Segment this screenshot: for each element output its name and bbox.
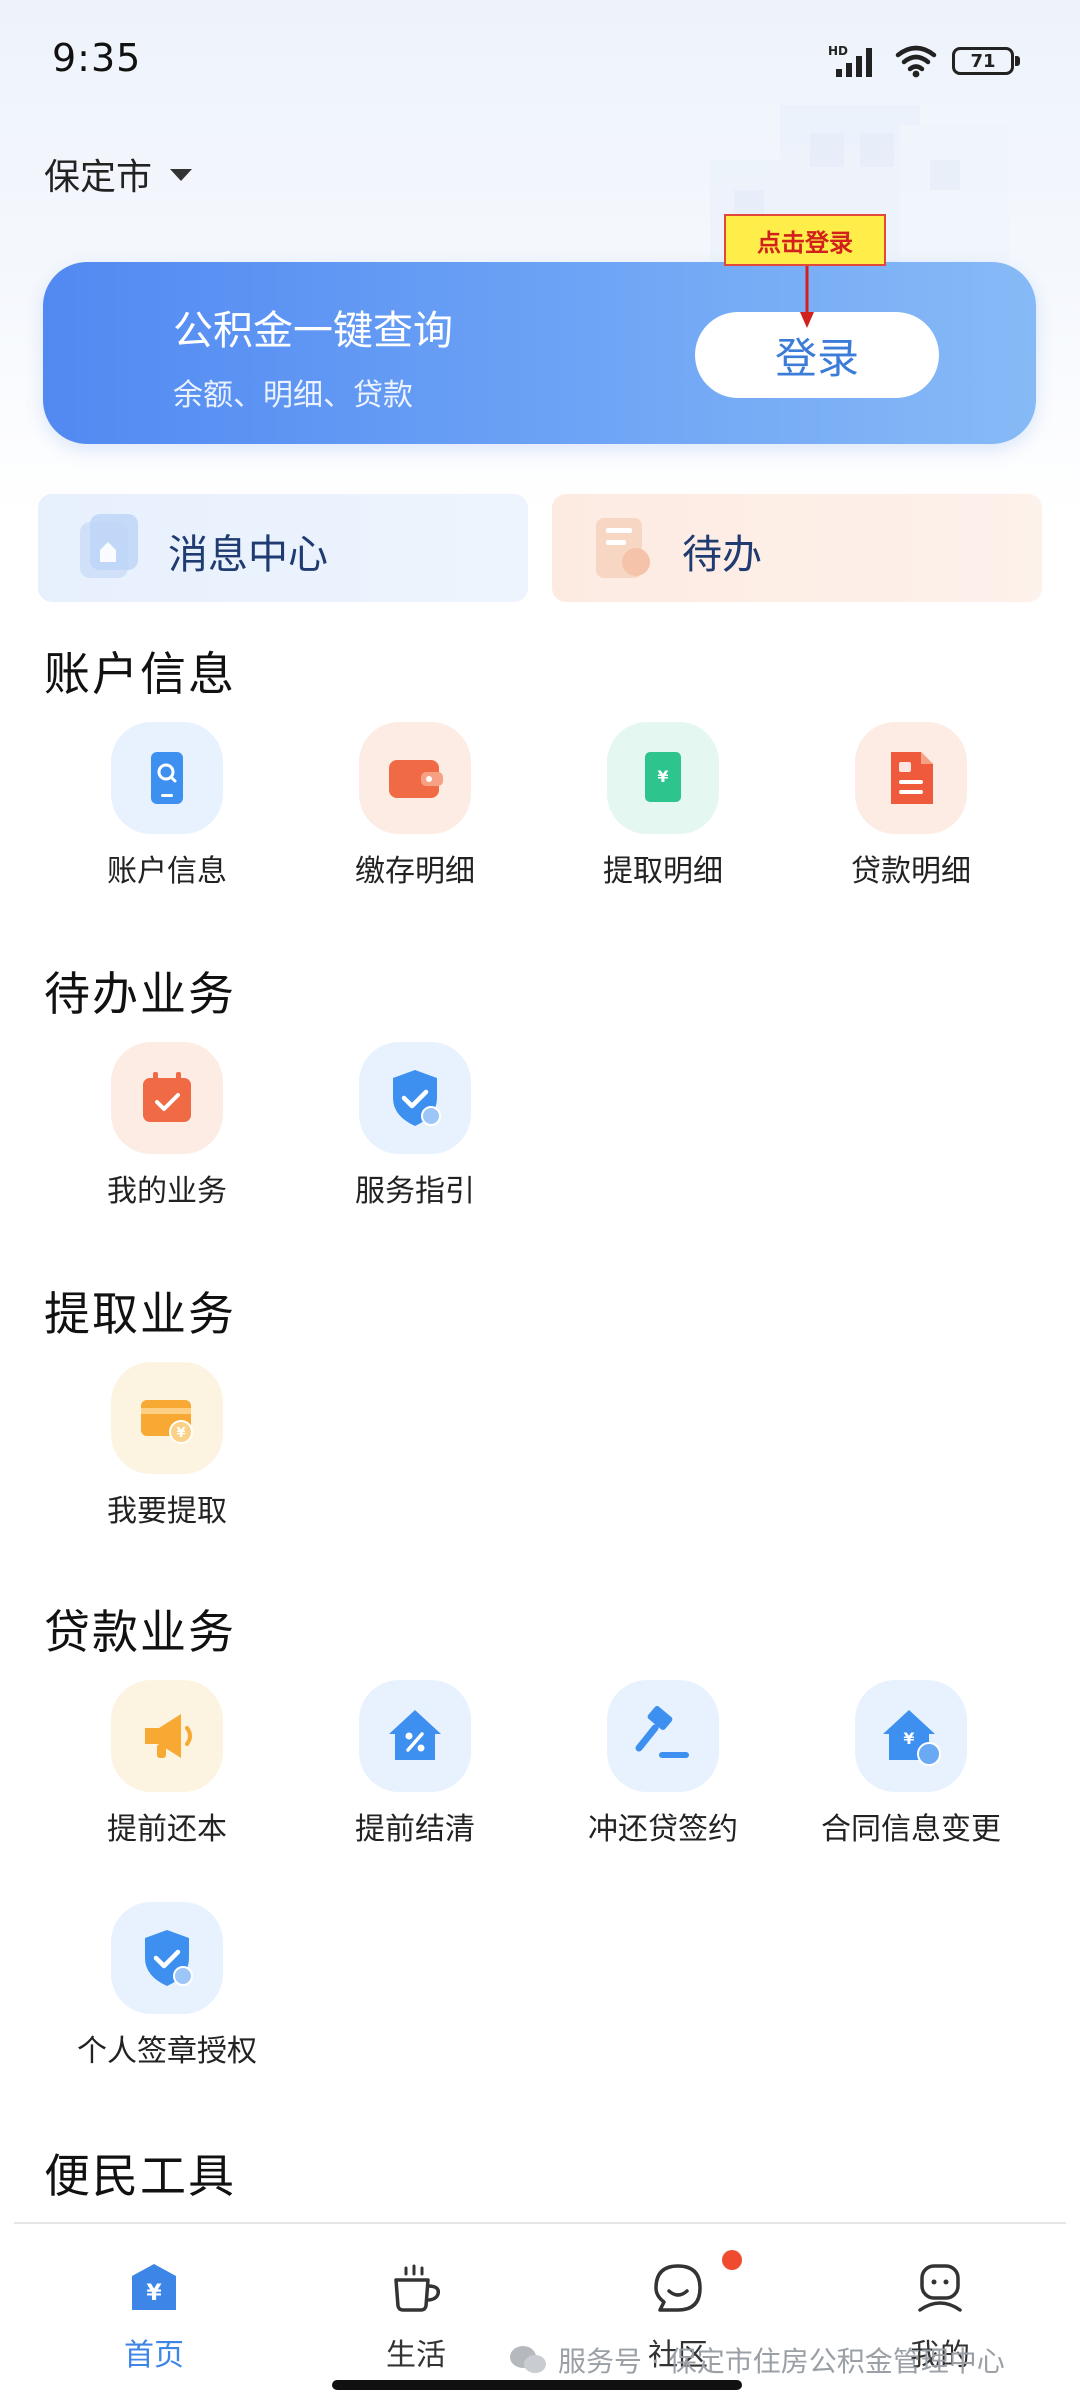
- status-bar: 9:35 HD 71: [0, 0, 1080, 120]
- grid-item-deposit-detail[interactable]: 缴存明细: [291, 722, 539, 902]
- grid-item-contract-change[interactable]: ¥ 合同信息变更: [787, 1680, 1035, 1860]
- cup-icon: [394, 2264, 441, 2312]
- svg-text:¥: ¥: [657, 767, 668, 786]
- login-button[interactable]: 登录: [695, 312, 939, 398]
- grid-item-loan-detail[interactable]: 贷款明细: [787, 722, 1035, 902]
- section-title-tools: 便民工具: [44, 2149, 236, 2203]
- grid-item-withdraw[interactable]: ¥ 我要提取: [43, 1362, 291, 1542]
- login-banner: 公积金一键查询 余额、明细、贷款 登录: [43, 262, 1036, 444]
- house-percent-icon: [389, 1710, 441, 1760]
- message-center-card[interactable]: 消息中心: [38, 494, 528, 602]
- icon-tile: ¥: [607, 722, 719, 834]
- svg-text:¥: ¥: [176, 1426, 185, 1441]
- grid-item-early-repay[interactable]: 提前还本: [43, 1680, 291, 1860]
- quick-card-label: 待办: [682, 532, 762, 578]
- grid-item-label: 缴存明细: [355, 854, 475, 889]
- notification-badge: [722, 2250, 742, 2270]
- battery-level: 71: [970, 50, 996, 72]
- app-screen: 9:35 HD 71 保定市 公积金一键查询 余额、明细、贷款 登录 点击登录 …: [0, 0, 1080, 2403]
- grid-item-label: 我要提取: [107, 1494, 227, 1529]
- nav-item-home[interactable]: ¥ 首页: [74, 2242, 234, 2373]
- grid-item-label: 合同信息变更: [821, 1812, 1001, 1847]
- arrow-down-icon: [800, 266, 814, 328]
- grid-item-label: 账户信息: [107, 854, 227, 889]
- city-selector[interactable]: 保定市: [44, 148, 193, 200]
- icon-tile: [855, 722, 967, 834]
- status-time: 9:35: [52, 36, 142, 80]
- grid-item-signature-auth[interactable]: 个人签章授权: [43, 1902, 291, 2082]
- icon-tile: [359, 1680, 471, 1792]
- phone-search-icon: [151, 752, 183, 804]
- wallet-icon: [389, 760, 443, 798]
- city-name: 保定市: [44, 157, 153, 198]
- house-loan-icon: ¥: [883, 1710, 941, 1766]
- wechat-icon: [510, 2346, 546, 2373]
- home-indicator[interactable]: [332, 2380, 742, 2390]
- home-yuan-icon: ¥: [132, 2264, 176, 2310]
- section-title-pending: 待办业务: [44, 967, 236, 1021]
- shield-check-icon: [145, 1930, 193, 1986]
- grid-item-label: 服务指引: [355, 1174, 475, 1209]
- wifi-icon: [895, 45, 937, 78]
- card-yuan-icon: ¥: [141, 1400, 193, 1444]
- grid-item-early-settle[interactable]: 提前结清: [291, 1680, 539, 1860]
- nav-label: 首页: [124, 2338, 184, 2373]
- login-annotation-label: 点击登录: [724, 214, 886, 266]
- chat-bubble-icon: [654, 2264, 702, 2312]
- yuan-card-icon: ¥: [645, 752, 681, 802]
- megaphone-icon: [145, 1714, 192, 1758]
- grid-item-withdraw-detail[interactable]: ¥ 提取明细: [539, 722, 787, 902]
- icon-tile: [111, 722, 223, 834]
- signal-icon: HD: [828, 44, 872, 77]
- calendar-check-icon: [143, 1072, 191, 1122]
- icon-tile: [359, 722, 471, 834]
- grid-item-service-guide[interactable]: 服务指引: [291, 1042, 539, 1222]
- grid-item-label: 我的业务: [107, 1174, 227, 1209]
- login-banner-title: 公积金一键查询: [173, 308, 453, 354]
- svg-text:¥: ¥: [903, 1729, 914, 1748]
- grid-item-label: 个人签章授权: [77, 2034, 257, 2069]
- grid-item-label: 提取明细: [603, 854, 723, 889]
- gavel-icon: [635, 1706, 689, 1758]
- message-center-icon: [80, 514, 138, 578]
- shield-check-icon: [393, 1070, 441, 1126]
- section-title-loan: 贷款业务: [44, 1605, 236, 1659]
- nav-item-life[interactable]: 生活: [336, 2242, 496, 2373]
- icon-tile: [111, 1042, 223, 1154]
- grid-item-label: 贷款明细: [851, 854, 971, 889]
- loan-document-icon: [891, 752, 933, 804]
- icon-tile: ¥: [855, 1680, 967, 1792]
- todo-card[interactable]: 待办: [552, 494, 1042, 602]
- grid-item-account-info[interactable]: 账户信息: [43, 722, 291, 902]
- service-account-watermark: 服务号 · 保定市住房公积金管理中心: [508, 2340, 1005, 2380]
- icon-tile: [111, 1902, 223, 2014]
- quick-card-label: 消息中心: [168, 532, 328, 578]
- icon-tile: [607, 1680, 719, 1792]
- status-icons: HD 71: [828, 42, 1020, 80]
- network-type-label: HD: [828, 44, 848, 58]
- grid-item-label: 冲还贷签约: [588, 1812, 738, 1847]
- svg-text:¥: ¥: [146, 2281, 162, 2306]
- grid-item-repay-sign[interactable]: 冲还贷签约: [539, 1680, 787, 1860]
- icon-tile: ¥: [111, 1362, 223, 1474]
- grid-item-label: 提前结清: [355, 1812, 475, 1847]
- battery-icon: 71: [952, 47, 1020, 75]
- nav-label: 生活: [386, 2338, 446, 2373]
- section-title-account: 账户信息: [44, 647, 236, 701]
- login-banner-subtitle: 余额、明细、贷款: [173, 378, 413, 413]
- grid-item-label: 提前还本: [107, 1812, 227, 1847]
- chevron-down-icon: [170, 169, 193, 181]
- grid-item-my-business[interactable]: 我的业务: [43, 1042, 291, 1222]
- profile-icon: [918, 2264, 962, 2312]
- icon-tile: [111, 1680, 223, 1792]
- section-title-withdraw: 提取业务: [44, 1287, 236, 1341]
- todo-document-icon: [596, 518, 650, 578]
- watermark-text: 服务号 · 保定市住房公积金管理中心: [558, 2345, 1005, 2378]
- icon-tile: [359, 1042, 471, 1154]
